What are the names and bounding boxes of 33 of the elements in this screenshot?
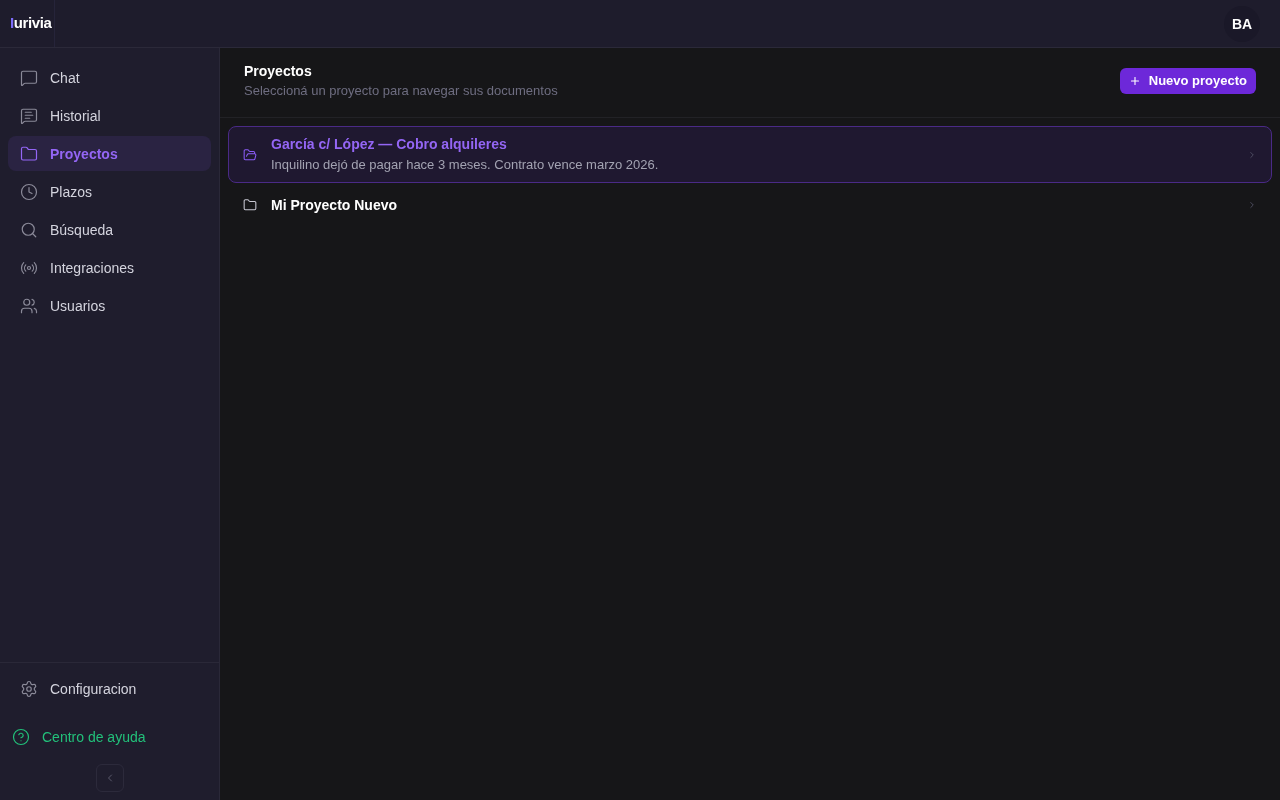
settings-icon (20, 679, 38, 698)
help-icon (12, 727, 30, 746)
message-lines-icon (20, 106, 38, 125)
sidebar-item[interactable]: Búsqueda (8, 212, 211, 247)
new-project-button[interactable]: Nuevo proyecto (1119, 68, 1256, 94)
sidebar-item[interactable]: Usuarios (8, 288, 211, 323)
project-name: García c/ López — Cobro alquileres (271, 135, 508, 154)
chat-bubble-icon (20, 68, 38, 87)
plus-icon (1128, 75, 1141, 87)
sidebar-item[interactable]: Chat (8, 60, 211, 95)
sidebar-item[interactable]: Proyectos (8, 136, 211, 171)
folder-open-icon (243, 147, 257, 162)
project-name: Mi Proyecto Nuevo (271, 196, 399, 215)
chevron-right-icon (1247, 200, 1257, 210)
user-avatar[interactable]: BA (1224, 5, 1260, 42)
help-link[interactable]: Centro de ayuda (8, 719, 211, 754)
page-subtitle: Seleccioná un proyecto para navegar sus documentos (244, 82, 558, 100)
sidebar-item[interactable]: Historial (8, 98, 211, 133)
project-card[interactable]: Mi Proyecto Nuevo (228, 187, 1272, 223)
logo[interactable]: Iurivia (10, 12, 52, 35)
folder-icon (243, 198, 257, 212)
sidebar-item[interactable]: Plazos (8, 174, 211, 209)
search-icon (20, 220, 38, 239)
settings-link[interactable]: Configuracion (8, 671, 211, 706)
project-description: Inquilino dejó de pagar hace 3 meses. Contrato vence marzo 2026. (271, 156, 660, 174)
sidebar-item[interactable]: Integraciones (8, 250, 211, 285)
clock-icon (20, 182, 38, 201)
project-card[interactable]: García c/ López — Cobro alquileres Inquilino dejó de pagar hace 3 meses. Contrato vence marzo 2026. (228, 126, 1272, 183)
users-icon (20, 296, 38, 315)
collapse-sidebar-button[interactable] (95, 764, 124, 792)
page-title: Proyectos (244, 62, 313, 81)
chevron-right-icon (1247, 149, 1257, 160)
folder-icon (20, 144, 38, 163)
